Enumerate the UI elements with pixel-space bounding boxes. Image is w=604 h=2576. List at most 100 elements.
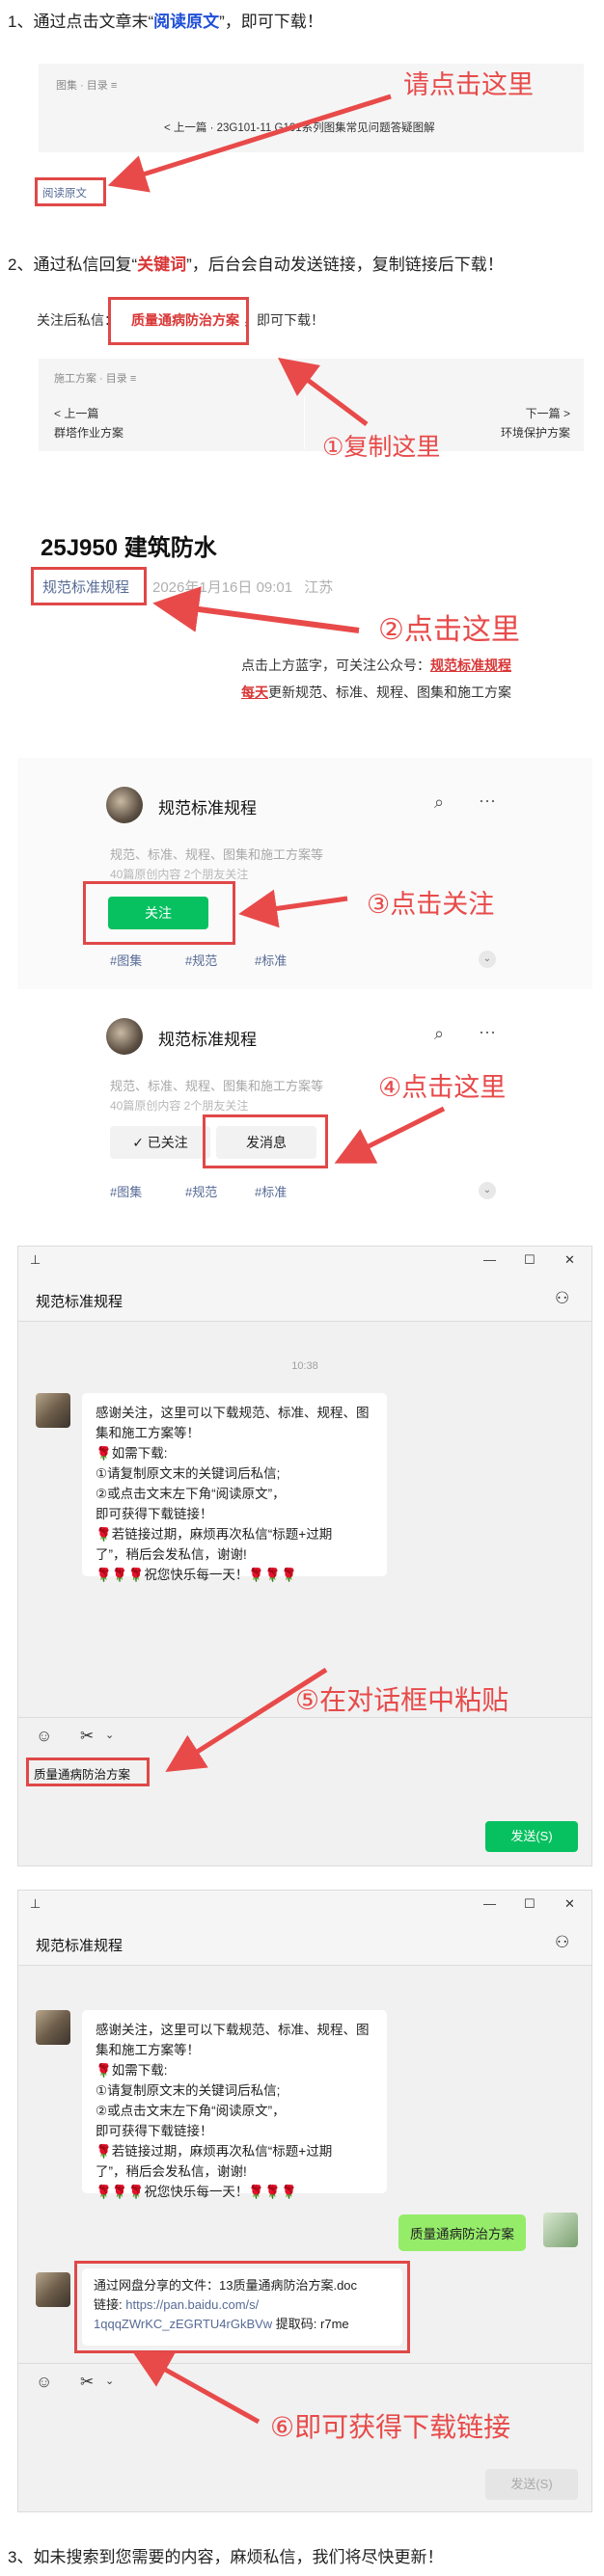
step2-suffix: ”，后台会自动发送链接，复制链接后下载！ <box>186 255 504 274</box>
tag-3[interactable]: #标准 <box>255 951 287 969</box>
follow-button[interactable]: 关注 <box>108 897 208 929</box>
prev-article-link[interactable]: < 上一篇 · 23G101-11 G101系列图集常见问题答疑图解 <box>164 120 435 135</box>
reply-code-line: 1qqqZWrKC_zEGRTU4rGkBVw 提取码: r7me <box>94 2315 391 2334</box>
welcome-line: 🌹如需下载: <box>96 2063 168 2078</box>
chat-title: 规范标准规程 <box>36 1294 124 1310</box>
chevron-down-icon[interactable]: ⌄ <box>105 2375 114 2387</box>
prev-label[interactable]: < 上一篇 <box>54 405 98 421</box>
emoji-icon[interactable]: ☺ <box>36 1727 52 1746</box>
welcome-line: 感谢关注，这里可以下载规范、标准、规程、图 <box>96 1406 370 1420</box>
welcome-line: 了”，稍后会发私信，谢谢! <box>96 1547 247 1562</box>
welcome-line: ②或点击文末左下角“阅读原文”， <box>96 2104 286 2118</box>
send-button[interactable]: 发送(S) <box>485 1821 578 1852</box>
keyword-highlight-box <box>108 297 249 345</box>
expand-chevron-icon[interactable]: ⌄ <box>479 1182 496 1199</box>
account-avatar[interactable] <box>36 2272 70 2307</box>
welcome-line: 了”，稍后会发私信，谢谢! <box>96 2164 247 2179</box>
step2-highlight: 关键词 <box>137 255 187 274</box>
minimize-icon[interactable]: — <box>483 1252 496 1267</box>
profile-name[interactable]: 规范标准规程 <box>158 794 257 818</box>
step3-text: 3、如未搜索到您需要的内容，麻烦私信，我们将尽快更新！ <box>8 2548 444 2566</box>
promo-suffix: 更新规范、标准、规程、图集和施工方案 <box>268 684 511 700</box>
step2-text: 2、通过私信回复“关键词”，后台会自动发送链接，复制链接后下载！ <box>8 251 504 275</box>
account-name-link[interactable]: 规范标准规程 <box>42 577 129 597</box>
tag-1[interactable]: #图集 <box>110 951 142 969</box>
promo-prefix: 点击上方蓝字，可关注公众号： <box>241 657 430 673</box>
profile-stats: 40篇原创内容 2个朋友关注 <box>110 1099 249 1113</box>
step1-prefix: 1、通过点击文章末“ <box>8 13 154 31</box>
reply-link-line: 链接: https://pan.baidu.com/s/ <box>94 2295 391 2315</box>
prev-title[interactable]: 群塔作业方案 <box>54 424 124 441</box>
scissors-icon[interactable]: ✂ <box>80 2373 94 2392</box>
scissors-icon[interactable]: ✂ <box>80 1727 94 1746</box>
promo-account-link[interactable]: 规范标准规程 <box>430 657 511 673</box>
article-footer-breadcrumb[interactable]: 图集 · 目录 ≡ <box>56 77 117 93</box>
expand-chevron-icon[interactable]: ⌄ <box>479 951 496 968</box>
more-icon[interactable]: ··· <box>479 1022 496 1042</box>
tag-1[interactable]: #图集 <box>110 1182 142 1200</box>
read-original-link[interactable]: 阅读原文 <box>42 185 87 201</box>
sent-message: 质量通病防治方案 <box>398 2214 526 2251</box>
close-icon[interactable]: ✕ <box>564 1896 575 1912</box>
nav-breadcrumb[interactable]: 施工方案 · 目录 ≡ <box>54 370 136 386</box>
callout-get-link: ⑥即可获得下载链接 <box>270 2412 511 2442</box>
tag-2[interactable]: #规范 <box>185 951 217 969</box>
welcome-line: 即可获得下载链接！ <box>96 1507 213 1521</box>
welcome-line: 🌹🌹🌹祝您快乐每一天！🌹🌹🌹 <box>96 2185 297 2199</box>
welcome-line: 🌹如需下载: <box>96 1446 168 1461</box>
promo-highlight: 每天 <box>241 684 268 700</box>
welcome-line: 🌹若链接过期，麻烦再次私信“标题+过期 <box>96 1527 333 1542</box>
promo-line-1: 点击上方蓝字，可关注公众号：规范标准规程 <box>241 656 511 675</box>
message-input[interactable]: 质量通病防治方案 <box>34 1764 130 1783</box>
tag-2[interactable]: #规范 <box>185 1182 217 1200</box>
more-icon[interactable]: ··· <box>479 791 496 811</box>
reply-code: 提取码: r7me <box>272 2317 349 2331</box>
account-avatar[interactable] <box>36 2010 70 2045</box>
arrow-account <box>152 586 360 633</box>
next-label[interactable]: 下一篇 > <box>526 405 570 421</box>
promo-line-2: 每天更新规范、标准、规程、图集和施工方案 <box>241 683 511 702</box>
emoji-icon[interactable]: ☺ <box>36 2373 52 2392</box>
account-avatar[interactable] <box>36 1393 70 1428</box>
search-icon[interactable]: ⌕ <box>434 1024 444 1044</box>
step1-highlight: 阅读原文 <box>153 13 220 31</box>
maximize-icon[interactable]: ☐ <box>524 1252 535 1268</box>
message-button[interactable]: 发消息 <box>216 1126 316 1159</box>
search-icon[interactable]: ⌕ <box>434 792 444 813</box>
callout-paste: ⑤在对话框中粘贴 <box>295 1685 509 1715</box>
account-avatar[interactable] <box>106 787 143 823</box>
next-title[interactable]: 环境保护方案 <box>501 424 570 441</box>
reply-link-tail[interactable]: 1qqqZWrKC_zEGRTU4rGkBVw <box>94 2317 272 2331</box>
minimize-icon[interactable]: — <box>483 1896 496 1911</box>
pin-icon[interactable]: ⊥ <box>30 1896 41 1912</box>
welcome-line: ②或点击文末左下角“阅读原文”， <box>96 1487 286 1501</box>
welcome-message: 感谢关注，这里可以下载规范、标准、规程、图 集和施工方案等！ 🌹如需下载: ①请… <box>82 2010 387 2199</box>
account-avatar[interactable] <box>106 1018 143 1055</box>
pin-icon[interactable]: ⊥ <box>30 1252 41 1268</box>
profile-stats: 40篇原创内容 2个朋友关注 <box>110 868 249 881</box>
callout-click-here-2: ②点击这里 <box>378 614 520 646</box>
chevron-down-icon[interactable]: ⌄ <box>105 1729 114 1741</box>
callout-click-here-3: ④点击这里 <box>378 1073 507 1102</box>
input-divider <box>18 2363 591 2364</box>
reply-link[interactable]: https://pan.baidu.com/s/ <box>125 2297 259 2312</box>
tag-3[interactable]: #标准 <box>255 1182 287 1200</box>
welcome-line: 集和施工方案等！ <box>96 2043 200 2057</box>
chat-title: 规范标准规程 <box>36 1938 124 1954</box>
step2-prefix: 2、通过私信回复“ <box>8 255 138 274</box>
chat-header: ⊥ — ☐ ✕ 规范标准规程 ⚇ <box>18 1891 591 1966</box>
profile-icon[interactable]: ⚇ <box>555 1289 569 1308</box>
user-avatar[interactable] <box>543 2213 578 2247</box>
keyword-prefix: 关注后私信： <box>37 312 118 328</box>
profile-name[interactable]: 规范标准规程 <box>158 1026 257 1050</box>
close-icon[interactable]: ✕ <box>564 1252 575 1268</box>
send-button[interactable]: 发送(S) <box>485 2469 578 2500</box>
chat-time: 10:38 <box>291 1360 318 1372</box>
maximize-icon[interactable]: ☐ <box>524 1896 535 1912</box>
welcome-line: ①请复制原文末的关键词后私信; <box>96 2083 281 2098</box>
step1-text: 1、通过点击文章末“阅读原文”，即可下载！ <box>8 8 323 32</box>
article-date: 2026年1月16日 09:01 <box>152 579 293 596</box>
keyword-suffix: ，即可下载！ <box>243 312 324 328</box>
profile-icon[interactable]: ⚇ <box>555 1933 569 1952</box>
followed-button[interactable]: ✓ 已关注 <box>110 1126 210 1159</box>
